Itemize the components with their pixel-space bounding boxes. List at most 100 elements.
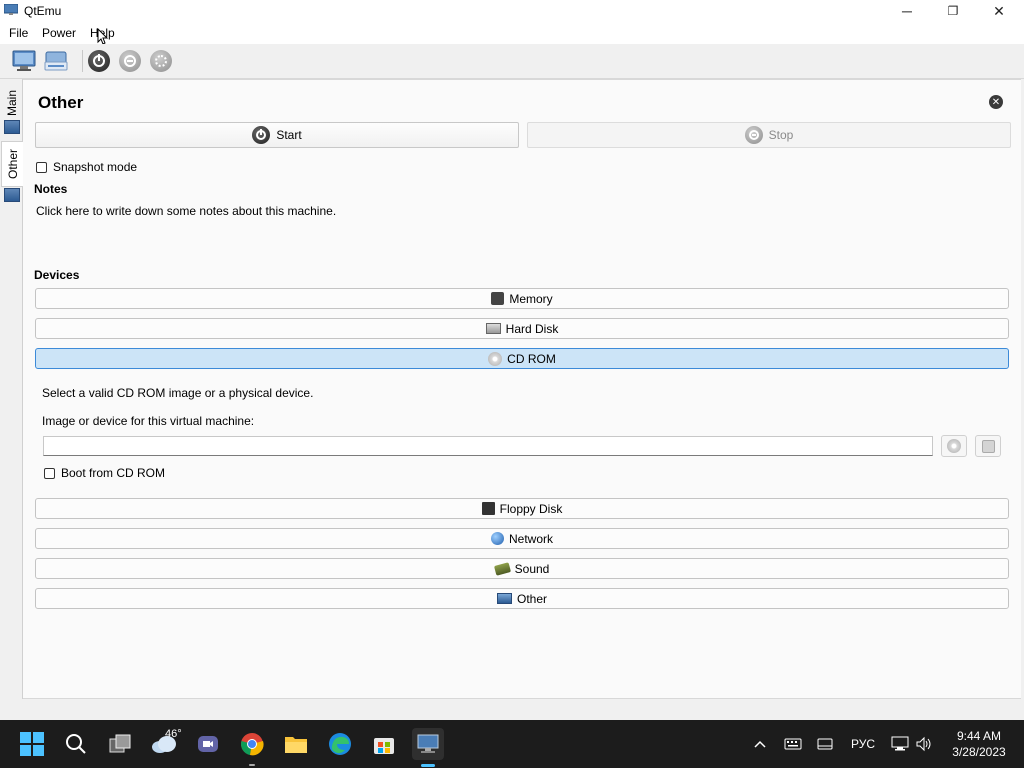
- tab-main[interactable]: Main: [1, 85, 22, 121]
- close-tab-button[interactable]: ✕: [989, 95, 1003, 109]
- edge-button[interactable]: [324, 728, 356, 760]
- file-explorer-button[interactable]: [280, 728, 312, 760]
- tab-main-label: Main: [4, 89, 19, 117]
- device-floppy-disk-button[interactable]: Floppy Disk: [35, 498, 1009, 519]
- device-cd-rom-button[interactable]: CD ROM: [35, 348, 1009, 369]
- minimize-button[interactable]: ─: [884, 0, 930, 22]
- folder-icon: [285, 737, 307, 753]
- monitor-icon: [496, 593, 512, 604]
- qtemu-taskbar-button[interactable]: [412, 728, 444, 760]
- snapshot-mode-checkbox[interactable]: [36, 161, 47, 173]
- taskbar: 46° РУС 9:44 AM 3/28/2023: [0, 720, 1024, 768]
- store-icon: [374, 738, 394, 754]
- network-status-button[interactable]: [891, 720, 909, 768]
- device-sound-button[interactable]: Sound: [35, 558, 1009, 579]
- floppy-disk-icon: [481, 502, 495, 515]
- qtemu-icon: [417, 734, 439, 753]
- network-icon: [891, 736, 909, 751]
- task-view-button[interactable]: [104, 728, 136, 760]
- title-bar: QtEmu ─ ❐ ✕: [0, 0, 1024, 22]
- clock-date: 3/28/2023: [952, 745, 1006, 759]
- memory-icon: [491, 292, 505, 305]
- menu-bar: File Power Help: [0, 22, 1024, 45]
- search-button[interactable]: [60, 728, 92, 760]
- device-network-label: Network: [508, 531, 553, 546]
- tab-other-vm-icon: [4, 188, 20, 202]
- power-off-icon: [744, 126, 763, 144]
- device-memory-label: Memory: [509, 291, 553, 306]
- show-hidden-icons-button[interactable]: [754, 720, 766, 768]
- chrome-icon: [241, 733, 264, 756]
- keyboard-icon: [784, 738, 802, 750]
- toolbar-separator: [82, 50, 83, 72]
- task-view-icon: [109, 734, 131, 753]
- hard-disk-icon: [485, 323, 501, 334]
- close-button[interactable]: ✕: [976, 0, 1022, 22]
- start-icon[interactable]: [86, 49, 112, 73]
- stop-button[interactable]: Stop: [527, 122, 1011, 148]
- notes-heading: Notes: [34, 182, 68, 196]
- snapshot-mode-checkbox-row[interactable]: Snapshot mode: [36, 160, 137, 174]
- new-machine-icon[interactable]: [11, 49, 37, 73]
- globe-icon: [490, 532, 504, 545]
- touch-keyboard-button[interactable]: [784, 720, 802, 768]
- menu-file[interactable]: File: [5, 26, 32, 40]
- window-title: QtEmu: [24, 4, 62, 18]
- start-menu-button[interactable]: [16, 728, 48, 760]
- restart-icon[interactable]: [148, 49, 174, 73]
- device-other-label: Other: [516, 591, 547, 606]
- menu-power[interactable]: Power: [38, 26, 80, 40]
- weather-temperature: 46°: [165, 728, 182, 740]
- pen-menu-button[interactable]: [817, 720, 833, 768]
- open-machine-icon[interactable]: [43, 49, 69, 73]
- tab-other-label: Other: [5, 148, 20, 180]
- device-other-button[interactable]: Other: [35, 588, 1009, 609]
- cd-rom-hint: Select a valid CD ROM image or a physica…: [42, 386, 314, 400]
- device-cd-rom-label: CD ROM: [507, 351, 556, 366]
- boot-cd-rom-row[interactable]: Boot from CD ROM: [44, 466, 165, 480]
- notes-text: Click here to write down some notes abou…: [36, 204, 337, 218]
- teams-chat-button[interactable]: [192, 728, 224, 760]
- chrome-running-indicator: [249, 764, 255, 766]
- physical-drive-icon: [981, 439, 995, 453]
- cd-rom-icon: [488, 351, 503, 366]
- device-hard-disk-button[interactable]: Hard Disk: [35, 318, 1009, 339]
- volume-button[interactable]: [915, 720, 933, 768]
- weather-widget[interactable]: 46°: [148, 728, 182, 760]
- chevron-up-icon: [754, 740, 766, 748]
- start-button[interactable]: Start: [35, 122, 519, 148]
- tab-other[interactable]: Other: [1, 141, 23, 187]
- device-floppy-label: Floppy Disk: [499, 501, 563, 516]
- clock-time: 9:44 AM: [956, 729, 1002, 743]
- notes-area[interactable]: Click here to write down some notes abou…: [34, 200, 1004, 254]
- sound-card-icon: [493, 561, 511, 576]
- snapshot-mode-label: Snapshot mode: [53, 160, 138, 174]
- cd-rom-image-input[interactable]: [43, 436, 933, 456]
- clock-button[interactable]: 9:44 AM 3/28/2023: [946, 728, 1012, 760]
- tablet-icon: [817, 738, 833, 750]
- device-memory-button[interactable]: Memory: [35, 288, 1009, 309]
- boot-from-cd-rom-checkbox[interactable]: [44, 467, 55, 479]
- search-icon: [66, 734, 86, 754]
- input-language-indicator[interactable]: РУС: [851, 720, 875, 768]
- device-hard-disk-label: Hard Disk: [505, 321, 559, 336]
- devices-heading: Devices: [34, 268, 80, 282]
- select-device-button[interactable]: [975, 435, 1001, 457]
- device-sound-label: Sound: [514, 561, 550, 576]
- device-network-button[interactable]: Network: [35, 528, 1009, 549]
- tab-main-vm-icon: [4, 120, 20, 134]
- maximize-button[interactable]: ❐: [930, 0, 976, 22]
- video-chat-icon: [198, 736, 218, 752]
- disc-image-icon: [947, 439, 961, 453]
- start-button-label: Start: [276, 128, 302, 142]
- chrome-button[interactable]: [236, 728, 268, 760]
- select-image-button[interactable]: [941, 435, 967, 457]
- qtemu-app-icon: [3, 3, 19, 16]
- edge-icon: [329, 733, 351, 755]
- microsoft-store-button[interactable]: [368, 728, 400, 760]
- qtemu-active-indicator: [421, 764, 435, 767]
- side-tab-bar: Main Other: [0, 79, 23, 699]
- machine-panel: Other ✕ Start Stop Snapshot mode Notes C…: [23, 79, 1021, 699]
- stop-icon[interactable]: [117, 49, 143, 73]
- cd-rom-image-label: Image or device for this virtual machine…: [42, 414, 255, 428]
